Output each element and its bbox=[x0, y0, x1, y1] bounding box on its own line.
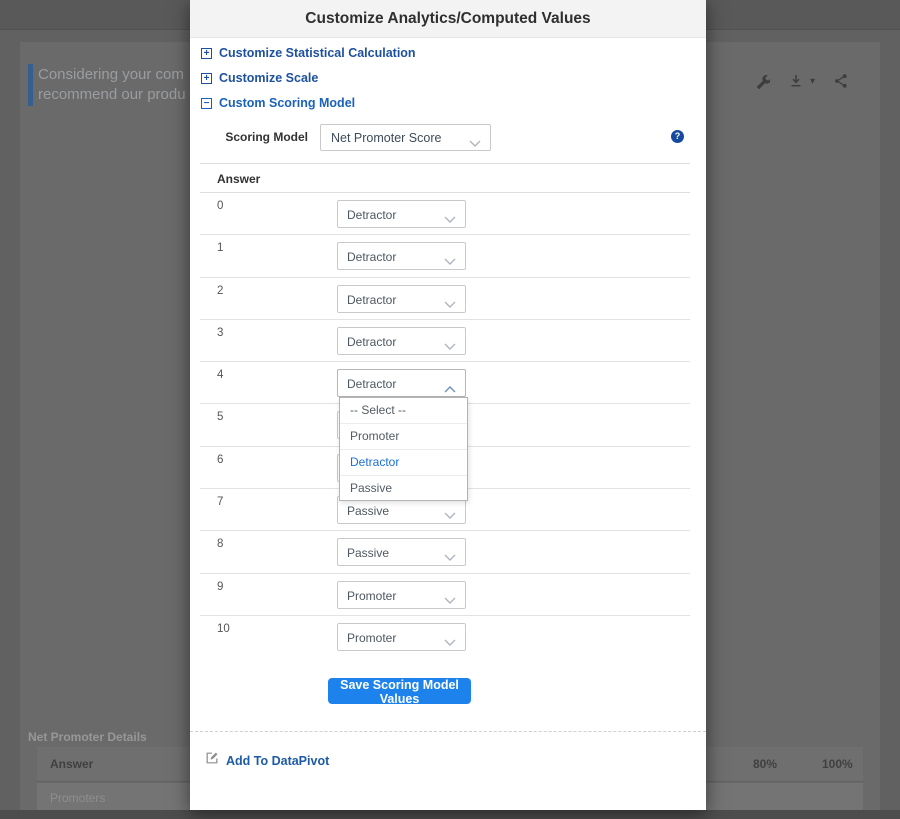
expand-plus-icon[interactable]: + bbox=[201, 73, 212, 84]
scoring-model-select[interactable]: Net Promoter Score bbox=[320, 124, 491, 151]
background-col-80: 80% bbox=[753, 757, 777, 771]
score-select-0[interactable]: Detractor bbox=[337, 200, 466, 228]
score-value: Promoter bbox=[347, 631, 396, 645]
section-customize-statistical-calculation[interactable]: + Customize Statistical Calculation bbox=[201, 45, 416, 61]
answer-label: 1 bbox=[217, 242, 223, 254]
answer-label: 10 bbox=[217, 623, 230, 635]
section-custom-scoring-model[interactable]: − Custom Scoring Model bbox=[201, 95, 355, 111]
save-scoring-model-button[interactable]: Save Scoring Model Values bbox=[328, 678, 471, 704]
answer-label: 0 bbox=[217, 200, 223, 212]
answer-label: 6 bbox=[217, 454, 223, 466]
score-select-3[interactable]: Detractor bbox=[337, 327, 466, 355]
answer-row-9: 9 Promoter bbox=[200, 574, 690, 616]
answer-row-0: 0 Detractor bbox=[200, 193, 690, 235]
collapse-minus-icon[interactable]: − bbox=[201, 98, 212, 109]
score-value: Detractor bbox=[347, 335, 396, 349]
question-line2: recommend our produ bbox=[38, 85, 189, 105]
score-select-10[interactable]: Promoter bbox=[337, 623, 466, 651]
question-line1: Considering your com bbox=[38, 65, 189, 85]
section-label[interactable]: Customize Statistical Calculation bbox=[219, 46, 416, 60]
modal-title: Customize Analytics/Computed Values bbox=[190, 0, 706, 38]
answer-header-label: Answer bbox=[217, 172, 260, 186]
answer-row-3: 3 Detractor bbox=[200, 320, 690, 362]
answer-table-header: Answer bbox=[200, 163, 690, 193]
expand-plus-icon[interactable]: + bbox=[201, 48, 212, 59]
add-to-datapivot-label: Add To DataPivot bbox=[226, 754, 329, 768]
footer-divider bbox=[190, 731, 706, 732]
share-icon bbox=[833, 73, 849, 89]
score-select-8[interactable]: Passive bbox=[337, 538, 466, 566]
answer-label: 4 bbox=[217, 369, 223, 381]
wrench-icon bbox=[754, 73, 770, 89]
chevron-down-icon bbox=[444, 507, 456, 525]
score-select-9[interactable]: Promoter bbox=[337, 581, 466, 609]
score-value: Detractor bbox=[347, 377, 396, 391]
chevron-down-icon bbox=[444, 296, 456, 314]
answer-row-8: 8 Passive bbox=[200, 531, 690, 573]
answer-row-2: 2 Detractor bbox=[200, 278, 690, 320]
help-icon[interactable]: ? bbox=[671, 130, 684, 143]
net-promoter-details-heading: Net Promoter Details bbox=[28, 730, 147, 744]
chevron-up-icon bbox=[444, 380, 456, 398]
score-value: Detractor bbox=[347, 250, 396, 264]
add-to-datapivot-link[interactable]: Add To DataPivot bbox=[205, 751, 329, 770]
score-select-2[interactable]: Detractor bbox=[337, 285, 466, 313]
edit-icon bbox=[205, 751, 219, 770]
caret-down-icon: ▾ bbox=[810, 76, 815, 87]
score-value: Promoter bbox=[347, 589, 396, 603]
score-select-4-open[interactable]: Detractor bbox=[337, 369, 466, 397]
customize-analytics-modal: Customize Analytics/Computed Values + Cu… bbox=[190, 0, 706, 810]
background-col-100: 100% bbox=[822, 757, 853, 771]
answer-label: 3 bbox=[217, 327, 223, 339]
section-customize-scale[interactable]: + Customize Scale bbox=[201, 70, 318, 86]
answer-label: 9 bbox=[217, 581, 223, 593]
score-value: Detractor bbox=[347, 208, 396, 222]
promoters-label: Promoters bbox=[50, 791, 105, 805]
answer-label: 8 bbox=[217, 538, 223, 550]
score-value: Passive bbox=[347, 504, 389, 518]
background-toolbar: ▾ bbox=[754, 70, 874, 92]
dropdown-option-select[interactable]: -- Select -- bbox=[340, 398, 467, 424]
answer-label: 2 bbox=[217, 285, 223, 297]
dropdown-option-passive[interactable]: Passive bbox=[340, 476, 467, 502]
chevron-down-icon bbox=[469, 135, 481, 153]
section-label[interactable]: Custom Scoring Model bbox=[219, 96, 355, 110]
question-accent-bar bbox=[28, 64, 33, 106]
chevron-down-icon bbox=[444, 338, 456, 356]
background-col-answer: Answer bbox=[50, 757, 93, 771]
answer-label: 5 bbox=[217, 411, 223, 423]
download-icon bbox=[788, 73, 804, 89]
score-dropdown-menu: -- Select -- Promoter Detractor Passive bbox=[339, 397, 468, 501]
score-select-1[interactable]: Detractor bbox=[337, 242, 466, 270]
question-text: Considering your com recommend our produ bbox=[38, 65, 189, 109]
answer-row-10: 10 Promoter bbox=[200, 616, 690, 658]
chevron-down-icon bbox=[444, 549, 456, 567]
answer-label: 7 bbox=[217, 496, 223, 508]
answer-row-1: 1 Detractor bbox=[200, 235, 690, 277]
modal-header: Customize Analytics/Computed Values bbox=[190, 0, 706, 38]
dropdown-option-promoter[interactable]: Promoter bbox=[340, 424, 467, 450]
section-label[interactable]: Customize Scale bbox=[219, 71, 318, 85]
scoring-model-value: Net Promoter Score bbox=[331, 131, 441, 145]
chevron-down-icon bbox=[444, 253, 456, 271]
score-value: Passive bbox=[347, 546, 389, 560]
screen: Considering your com recommend our produ… bbox=[0, 0, 900, 819]
chevron-down-icon bbox=[444, 211, 456, 229]
scoring-model-label: Scoring Model bbox=[190, 130, 308, 144]
dropdown-option-detractor[interactable]: Detractor bbox=[340, 450, 467, 476]
score-value: Detractor bbox=[347, 293, 396, 307]
chevron-down-icon bbox=[444, 634, 456, 652]
chevron-down-icon bbox=[444, 592, 456, 610]
background-bottom-strip bbox=[0, 810, 900, 819]
